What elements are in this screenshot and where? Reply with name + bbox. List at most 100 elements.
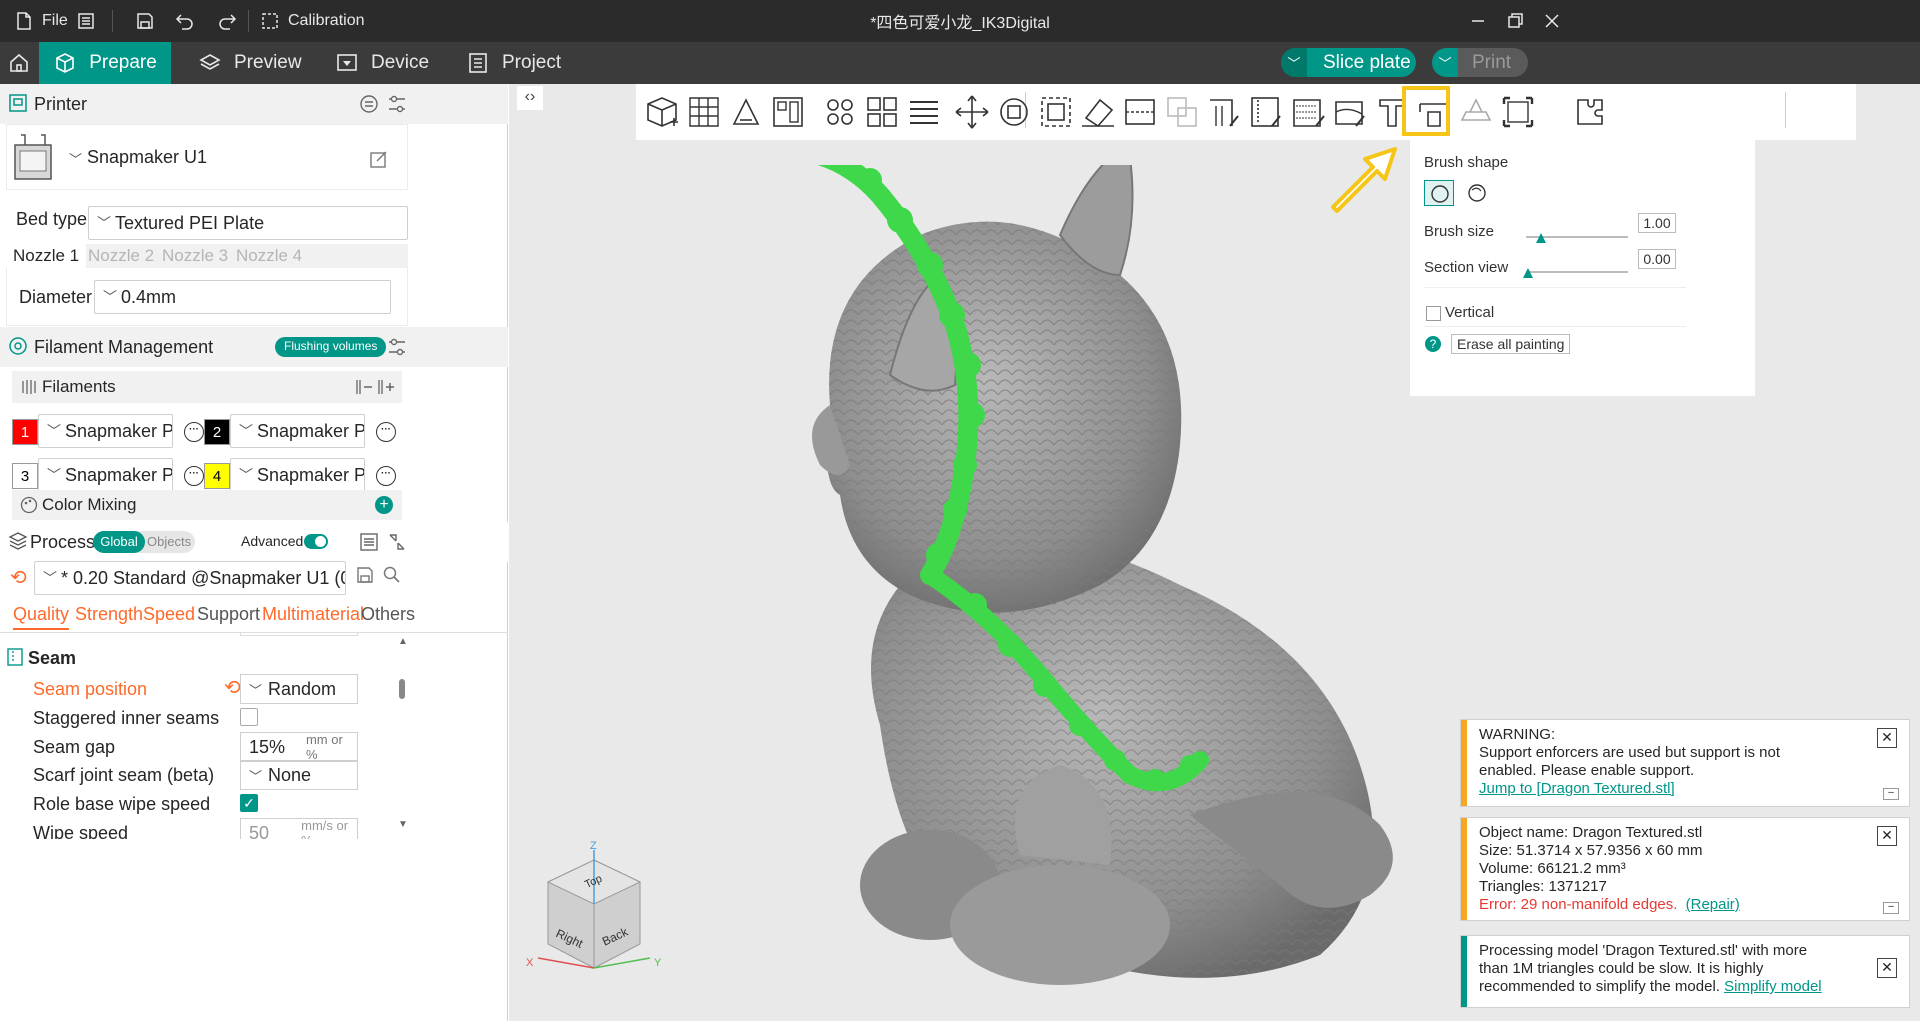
filament-settings-icon[interactable] [386,336,408,358]
print-button[interactable]: ﹀ Print [1432,48,1528,77]
minimize-notification-icon[interactable]: – [1883,902,1899,914]
auto-orient-button[interactable] [726,92,766,132]
staggered-seams-checkbox[interactable] [240,708,258,726]
compare-icon[interactable] [386,531,408,553]
filament-color-swatch[interactable]: 3 [12,463,38,489]
brush-size-thumb[interactable] [1536,233,1547,243]
process-preset-select[interactable]: ﹀ * 0.20 Standard @Snapmaker U1 (0.4 noz… [34,561,346,595]
brush-sphere-button[interactable] [1462,180,1492,206]
tab-preview[interactable]: Preview [198,42,302,84]
erase-all-painting-button[interactable]: Erase all painting [1451,334,1571,354]
redo-button[interactable] [217,0,237,42]
boolean-tool-button[interactable] [1162,92,1202,132]
split-parts-button[interactable] [862,92,902,132]
close-icon[interactable]: ✕ [1877,728,1897,748]
brush-size-input[interactable]: 1.00 [1638,213,1676,233]
filament-select[interactable]: ﹀Snapmaker PLA ... [38,414,173,448]
seam-gap-input[interactable]: 15% mm or % [240,732,358,762]
move-tool-button[interactable] [952,92,992,132]
slice-dropdown-chevron-icon[interactable]: ﹀ [1281,48,1307,77]
tab-strength[interactable]: Strength [75,604,143,625]
undo-button[interactable] [175,0,195,42]
wipe-speed-input[interactable]: 50 mm/s or % [240,818,358,839]
cut-tool-button[interactable] [1120,92,1160,132]
slice-plate-button[interactable]: ﹀ Slice plate [1281,48,1416,77]
tab-device[interactable]: Device [335,42,429,84]
tab-speed[interactable]: Speed [143,604,195,625]
split-objects-button[interactable] [820,92,860,132]
file-menu[interactable]: File [14,0,68,42]
collapse-sidebar-button[interactable]: ‹› [517,86,543,110]
filament-color-swatch[interactable]: 2 [204,419,230,445]
scale-tool-button[interactable] [1036,92,1076,132]
filament-select[interactable]: ﹀Snapmaker PLA ... [38,458,173,492]
seam-reset-icon[interactable]: ⟲ [224,675,241,700]
filament-color-swatch[interactable]: 4 [204,463,230,489]
rotate-tool-button[interactable] [994,92,1034,132]
role-base-wipe-checkbox[interactable]: ✓ [240,794,258,812]
add-color-mix-icon[interactable]: + [375,496,393,514]
printer-settings-icon[interactable] [386,93,408,115]
tab-quality[interactable]: Quality [13,604,70,630]
filament-more-icon[interactable]: ··· [376,422,396,442]
save-button[interactable] [135,0,155,42]
assembly-tool-button[interactable] [1456,92,1496,132]
scarf-joint-select[interactable]: ﹀ None [240,760,358,790]
filament-more-icon[interactable]: ··· [184,466,204,486]
tab-support[interactable]: Support [197,604,260,625]
emboss-tool-button[interactable] [1498,92,1538,132]
filament-more-icon[interactable]: ··· [184,422,204,442]
close-icon[interactable]: ✕ [1877,826,1897,846]
minimize-button[interactable] [1468,0,1488,42]
tab-prepare[interactable]: Prepare [39,42,171,84]
search-icon[interactable] [382,565,402,585]
save-preset-icon[interactable] [355,565,375,585]
support-paint-button[interactable] [1204,92,1244,132]
seam-paint-button[interactable] [1288,92,1328,132]
brush-circle-button[interactable] [1424,180,1454,206]
bed-type-select[interactable]: ﹀ Textured PEI Plate [88,206,408,240]
tab-others[interactable]: Others [361,604,415,625]
global-toggle[interactable]: Global [93,531,145,553]
view-cube[interactable]: Top Right Back Z X Y [520,840,668,988]
filament-color-swatch[interactable]: 1 [12,419,38,445]
edit-icon[interactable] [369,149,389,169]
close-icon[interactable]: ✕ [1877,958,1897,978]
home-button[interactable] [0,42,38,84]
brush-size-slider[interactable] [1526,233,1628,245]
minimize-notification-icon[interactable]: – [1883,788,1899,800]
repair-link[interactable]: (Repair) [1686,896,1740,913]
process-list-icon[interactable] [358,531,380,553]
arrange-grid-button[interactable] [684,92,724,132]
objects-toggle[interactable]: Objects [147,531,191,553]
section-view-thumb[interactable] [1523,268,1534,278]
menu-button[interactable] [76,0,96,42]
filament-more-icon[interactable]: ··· [376,466,396,486]
close-window-button[interactable] [1542,0,1562,42]
dragon-model[interactable] [760,165,1410,990]
flushing-volumes-button[interactable]: Flushing volumes [275,337,387,357]
diameter-select[interactable]: ﹀ 0.4mm [94,280,391,314]
advanced-switch[interactable] [304,534,328,549]
printer-list-icon[interactable] [358,93,380,115]
add-filament-icon[interactable] [376,377,396,397]
seam-position-select[interactable]: ﹀ Random [240,674,358,704]
filament-select[interactable]: ﹀Snapmaker PLA S... [230,414,365,448]
simplify-model-link[interactable]: Simplify model [1724,978,1822,995]
reset-icon[interactable]: ⟲ [10,565,27,590]
settings-scrollbar[interactable]: ▲ ▼ [396,636,408,836]
tab-nozzle-3[interactable]: Nozzle 3 [162,246,228,266]
arrange-plate-button[interactable] [768,92,808,132]
tab-multimaterial[interactable]: Multimaterial [262,604,364,625]
print-dropdown-chevron-icon[interactable]: ﹀ [1432,48,1458,77]
add-object-button[interactable] [642,92,682,132]
maximize-button[interactable] [1505,0,1525,42]
puzzle-tool-button[interactable] [1570,92,1610,132]
vertical-checkbox[interactable] [1426,306,1441,321]
filament-select[interactable]: ﹀Snapmaker PLA S... [230,458,365,492]
lay-on-face-button[interactable] [1078,92,1118,132]
tab-nozzle-2[interactable]: Nozzle 2 [88,246,154,266]
jump-to-object-link[interactable]: Jump to [Dragon Textured.stl] [1479,780,1869,798]
tab-nozzle-4[interactable]: Nozzle 4 [236,246,302,266]
layers-list-button[interactable] [904,92,944,132]
